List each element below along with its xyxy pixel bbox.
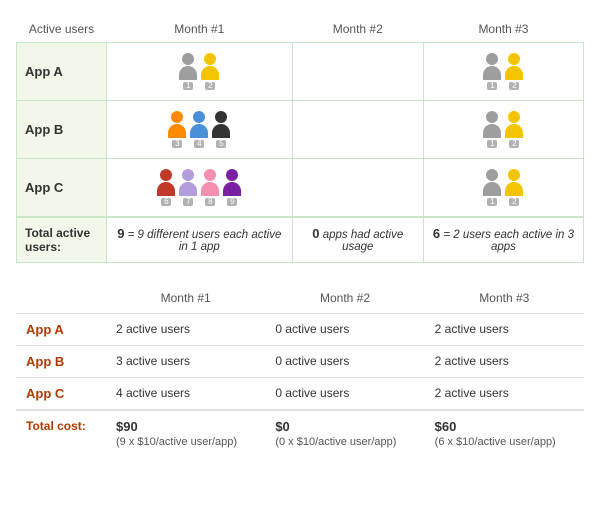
user-icon: 2 (505, 53, 523, 90)
cost-table: Month #1 Month #2 Month #3 App A2 active… (16, 287, 584, 456)
col-header-month3-top: Month #3 (423, 16, 583, 43)
app-label: App B (17, 101, 107, 159)
month1-cell: 6 7 8 9 (107, 159, 293, 218)
app-label: App A (16, 314, 106, 346)
active-users-table: Active users Month #1 Month #2 Month #3 … (16, 16, 584, 263)
col-header-month1-top: Month #1 (107, 16, 293, 43)
col-header-month2-top: Month #2 (292, 16, 423, 43)
table-row: App A 1 2 1 2 (17, 43, 584, 101)
col-header-month2-bot: Month #2 (265, 287, 424, 314)
col-header-empty (16, 287, 106, 314)
month2-usage: 0 active users (265, 378, 424, 411)
summary-label: Total active users: (17, 217, 107, 263)
app-label: App A (17, 43, 107, 101)
table-row: App C4 active users0 active users2 activ… (16, 378, 584, 411)
col-header-month1-bot: Month #1 (106, 287, 265, 314)
total-cost-label: Total cost: (16, 410, 106, 456)
user-icon: 1 (483, 53, 501, 90)
app-label: App B (16, 346, 106, 378)
total-cost-month3: $60(6 x $10/active user/app) (425, 410, 584, 456)
user-icon: 1 (483, 169, 501, 206)
month1-usage: 3 active users (106, 346, 265, 378)
table-row: App B3 active users0 active users2 activ… (16, 346, 584, 378)
app-label: App C (17, 159, 107, 218)
user-icon: 1 (179, 53, 197, 90)
user-icon: 2 (505, 169, 523, 206)
total-row: Total cost:$90(9 x $10/active user/app)$… (16, 410, 584, 456)
total-cost-month2: $0(0 x $10/active user/app) (265, 410, 424, 456)
user-icon: 2 (505, 111, 523, 148)
user-icon: 2 (201, 53, 219, 90)
summary-row: Total active users:9 = 9 different users… (17, 217, 584, 263)
month3-cell: 1 2 (423, 43, 583, 101)
month3-usage: 2 active users (425, 314, 584, 346)
user-icon: 8 (201, 169, 219, 206)
total-cost-month1: $90(9 x $10/active user/app) (106, 410, 265, 456)
user-icon: 9 (223, 169, 241, 206)
user-icon: 3 (168, 111, 186, 148)
summary-month3: 6 = 2 users each active in 3 apps (423, 217, 583, 263)
user-icon: 5 (212, 111, 230, 148)
month2-cell (292, 159, 423, 218)
table-row: App A2 active users0 active users2 activ… (16, 314, 584, 346)
month3-cell: 1 2 (423, 101, 583, 159)
month1-usage: 2 active users (106, 314, 265, 346)
month3-usage: 2 active users (425, 346, 584, 378)
month1-usage: 4 active users (106, 378, 265, 411)
col-header-month3-bot: Month #3 (425, 287, 584, 314)
table-row: App B 3 4 5 1 2 (17, 101, 584, 159)
user-icon: 7 (179, 169, 197, 206)
month3-cell: 1 2 (423, 159, 583, 218)
user-icon: 6 (157, 169, 175, 206)
summary-month2: 0 apps had active usage (292, 217, 423, 263)
summary-month1: 9 = 9 different users each active in 1 a… (107, 217, 293, 263)
app-label: App C (16, 378, 106, 411)
user-icon: 1 (483, 111, 501, 148)
month2-usage: 0 active users (265, 346, 424, 378)
table-row: App C 6 7 8 9 1 (17, 159, 584, 218)
month1-cell: 1 2 (107, 43, 293, 101)
month2-cell (292, 101, 423, 159)
month2-cell (292, 43, 423, 101)
col-header-active-users: Active users (17, 16, 107, 43)
month1-cell: 3 4 5 (107, 101, 293, 159)
month3-usage: 2 active users (425, 378, 584, 411)
month2-usage: 0 active users (265, 314, 424, 346)
user-icon: 4 (190, 111, 208, 148)
